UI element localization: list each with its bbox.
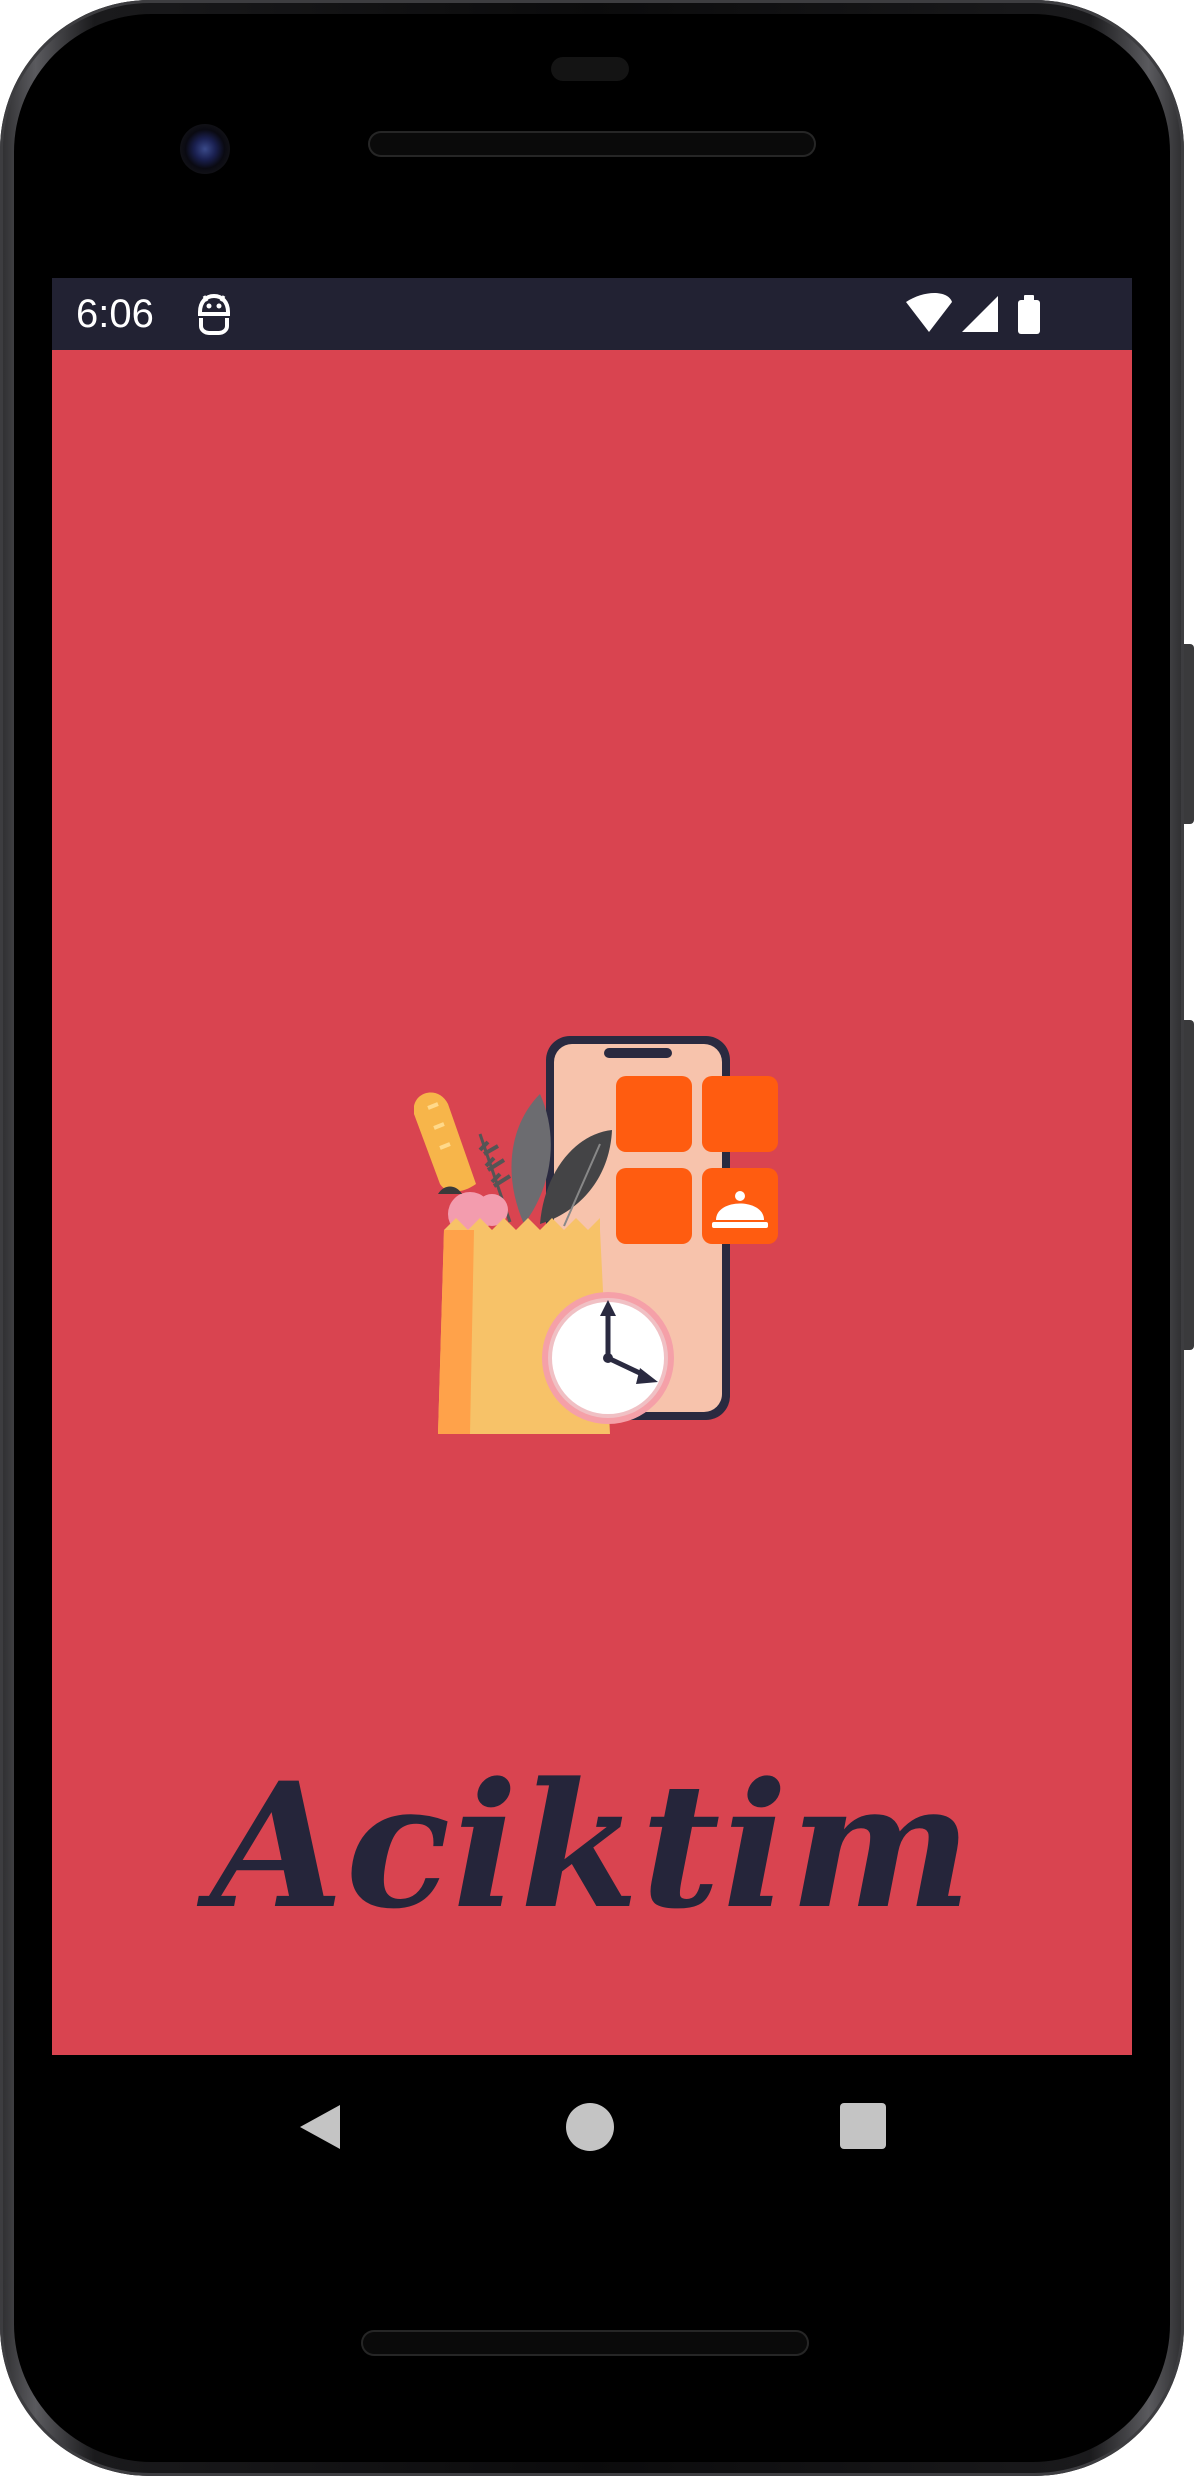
volume-button <box>1184 1020 1194 1350</box>
navigation-bar <box>52 2055 1132 2200</box>
app-title: Aciktim <box>210 1744 974 1947</box>
bottom-speaker <box>361 2330 809 2356</box>
android-debug-icon <box>198 293 230 335</box>
back-button-icon[interactable] <box>292 2099 348 2155</box>
battery-icon <box>1018 295 1040 334</box>
wifi-icon <box>906 293 952 332</box>
screen: 6:06 Aciktim <box>52 278 1132 2055</box>
status-time: 6:06 <box>76 292 154 336</box>
phone-device: 6:06 Aciktim <box>0 0 1194 2480</box>
signal-icon <box>962 296 998 332</box>
earpiece-speaker <box>368 131 816 157</box>
recents-button-icon[interactable] <box>836 2099 892 2155</box>
splash-screen: Aciktim <box>52 350 1132 2055</box>
grocery-bag-phone-clock-illustration <box>414 1036 778 1434</box>
home-button-icon[interactable] <box>562 2099 618 2155</box>
front-camera <box>180 124 230 174</box>
proximity-sensor <box>551 57 629 81</box>
status-right-icons <box>906 293 1040 334</box>
power-button <box>1184 644 1194 824</box>
status-bar: 6:06 <box>52 278 1132 350</box>
